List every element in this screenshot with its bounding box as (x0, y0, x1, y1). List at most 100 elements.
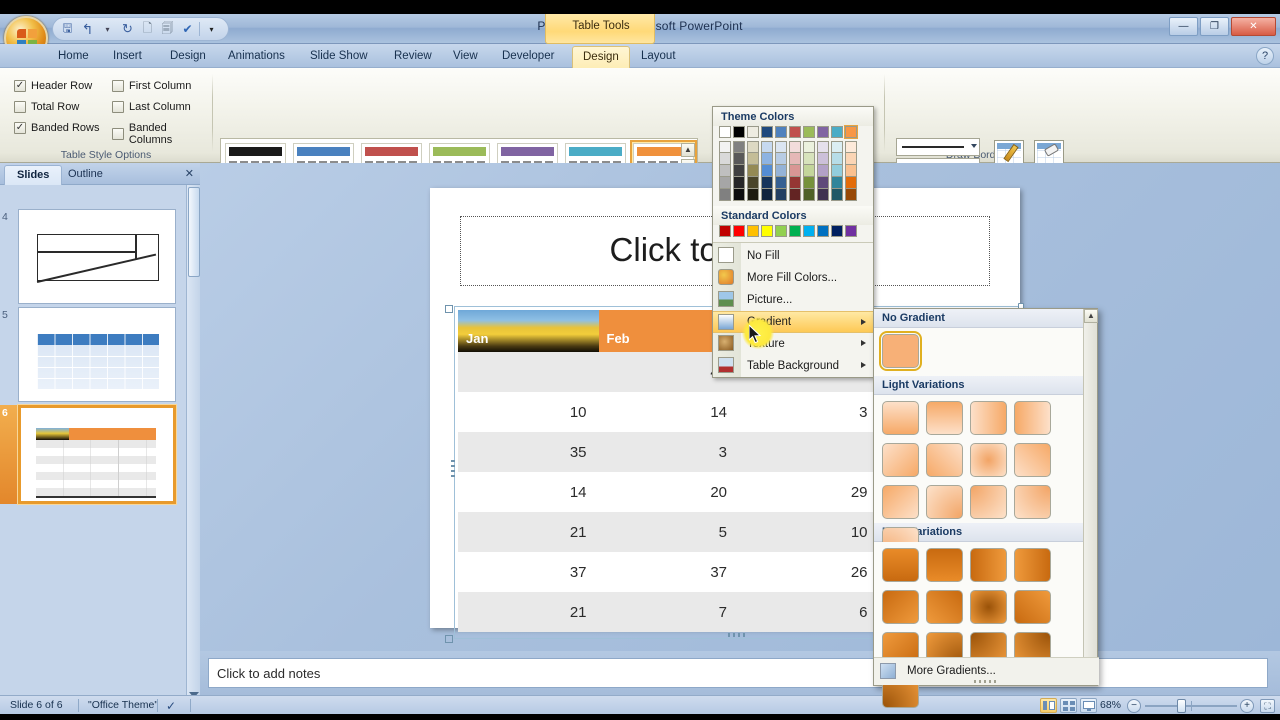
variation-swatch[interactable] (719, 141, 731, 153)
variation-swatch[interactable] (761, 165, 773, 177)
undo-icon[interactable]: ↰ (79, 21, 96, 38)
more-gradients-label[interactable]: More Gradients... (907, 665, 996, 677)
slide-thumbnail-6-selected[interactable] (18, 405, 176, 504)
variation-swatch[interactable] (747, 177, 759, 189)
thumbnail-scrollbar[interactable] (186, 185, 200, 700)
resize-handle-bl[interactable] (445, 635, 453, 643)
save-icon[interactable]: 🖫 (59, 21, 76, 38)
variation-swatch[interactable] (761, 177, 773, 189)
fit-to-window-button[interactable]: ⛶ (1260, 699, 1275, 713)
variation-swatch[interactable] (733, 189, 745, 201)
spelling-icon[interactable]: ✔ (179, 21, 196, 38)
light-gradient-4[interactable] (1014, 401, 1052, 435)
checkbox-banded-rows[interactable]: ✓ Banded Rows (14, 122, 100, 134)
theme-swatch-9-selected[interactable] (844, 125, 858, 139)
table-cell[interactable]: 37 (458, 552, 599, 592)
variation-swatch[interactable] (831, 189, 843, 201)
tab-slide-show[interactable]: Slide Show (300, 46, 378, 68)
redo-icon[interactable]: ↻ (119, 21, 136, 38)
tab-developer[interactable]: Developer (492, 46, 564, 68)
light-gradient-12[interactable] (1014, 485, 1052, 519)
variation-swatch[interactable] (831, 153, 843, 165)
checkbox-total-row[interactable]: Total Row (14, 101, 79, 113)
no-gradient-swatch[interactable] (879, 331, 922, 371)
gallery-scroll-up-button[interactable]: ▲ (681, 143, 695, 157)
variation-swatch[interactable] (845, 177, 857, 189)
variation-swatch[interactable] (719, 153, 731, 165)
variation-swatch[interactable] (747, 153, 759, 165)
variation-swatch[interactable] (733, 165, 745, 177)
variation-swatch[interactable] (761, 189, 773, 201)
print-preview-icon[interactable]: 🗐 (159, 21, 176, 38)
variation-swatch[interactable] (803, 153, 815, 165)
table-cell[interactable]: 29 (739, 472, 880, 512)
checkbox-header-row[interactable]: ✓ Header Row (14, 80, 92, 92)
new-icon[interactable]: 🗋 (139, 21, 156, 38)
menu-item-gradient[interactable]: Gradient (713, 311, 873, 333)
variation-swatch[interactable] (747, 141, 759, 153)
table-cell[interactable]: 3 (598, 432, 739, 472)
variation-swatch[interactable] (789, 153, 801, 165)
light-gradient-3[interactable] (970, 401, 1008, 435)
light-gradient-2[interactable] (926, 401, 964, 435)
variation-swatch[interactable] (775, 141, 787, 153)
resize-handle-left[interactable] (451, 460, 455, 478)
variation-swatch[interactable] (719, 189, 731, 201)
table-cell[interactable]: 10 (458, 392, 599, 432)
light-gradient-10[interactable] (926, 485, 964, 519)
pen-style-combo[interactable] (896, 138, 980, 156)
resize-handle-tl[interactable] (445, 305, 453, 313)
dark-gradient-8[interactable] (1014, 590, 1052, 624)
close-button[interactable]: ✕ (1231, 17, 1276, 36)
standard-swatch-0[interactable] (719, 225, 731, 237)
variation-swatch[interactable] (817, 153, 829, 165)
tab-table-layout[interactable]: Layout (631, 46, 686, 68)
tab-home[interactable]: Home (48, 46, 99, 68)
variation-swatch[interactable] (831, 177, 843, 189)
variation-swatch[interactable] (733, 141, 745, 153)
variation-swatch[interactable] (845, 141, 857, 153)
minimize-button[interactable]: — (1169, 17, 1198, 36)
table-cell[interactable]: 20 (598, 472, 739, 512)
table-cell[interactable]: 5 (598, 512, 739, 552)
standard-swatch-5[interactable] (789, 225, 801, 237)
variation-swatch[interactable] (831, 141, 843, 153)
dark-gradient-3[interactable] (970, 548, 1008, 582)
tab-review[interactable]: Review (384, 46, 442, 68)
table-cell[interactable]: 7 (598, 592, 739, 632)
customize-qat-icon[interactable]: ▾ (203, 21, 220, 38)
variation-swatch[interactable] (817, 165, 829, 177)
menu-item-more-fill-colors[interactable]: More Fill Colors... (713, 267, 873, 289)
variation-swatch[interactable] (733, 177, 745, 189)
gradient-scrollbar[interactable]: ▲ ▼ (1083, 309, 1098, 673)
variation-swatch[interactable] (761, 141, 773, 153)
variation-swatch[interactable] (817, 189, 829, 201)
variation-swatch[interactable] (761, 153, 773, 165)
variation-swatch[interactable] (845, 153, 857, 165)
tab-table-design[interactable]: Design (572, 46, 630, 68)
tab-design[interactable]: Design (160, 46, 216, 68)
zoom-in-button[interactable]: + (1240, 699, 1254, 713)
variation-swatch[interactable] (789, 177, 801, 189)
light-gradient-8[interactable] (1014, 443, 1052, 477)
variation-swatch[interactable] (789, 165, 801, 177)
table-cell[interactable]: 6 (739, 592, 880, 632)
table-cell[interactable]: 35 (458, 432, 599, 472)
table-cell[interactable]: 3 (739, 392, 880, 432)
dark-gradient-5[interactable] (882, 590, 919, 624)
zoom-slider-thumb[interactable] (1177, 699, 1186, 713)
table-cell[interactable]: 26 (739, 552, 880, 592)
checkbox-last-column[interactable]: Last Column (112, 101, 191, 113)
menu-item-no-fill[interactable]: No Fill (713, 245, 873, 267)
variation-swatch[interactable] (719, 165, 731, 177)
light-gradient-7[interactable] (970, 443, 1008, 477)
dark-gradient-1[interactable] (882, 548, 919, 582)
normal-view-button[interactable] (1040, 698, 1057, 713)
tab-insert[interactable]: Insert (103, 46, 152, 68)
resize-handle-bottom[interactable] (728, 633, 746, 637)
light-gradient-5[interactable] (882, 443, 919, 477)
theme-swatch-5[interactable] (789, 126, 801, 138)
theme-swatch-3[interactable] (761, 126, 773, 138)
table-cell[interactable] (739, 432, 880, 472)
standard-swatch-9[interactable] (845, 225, 857, 237)
